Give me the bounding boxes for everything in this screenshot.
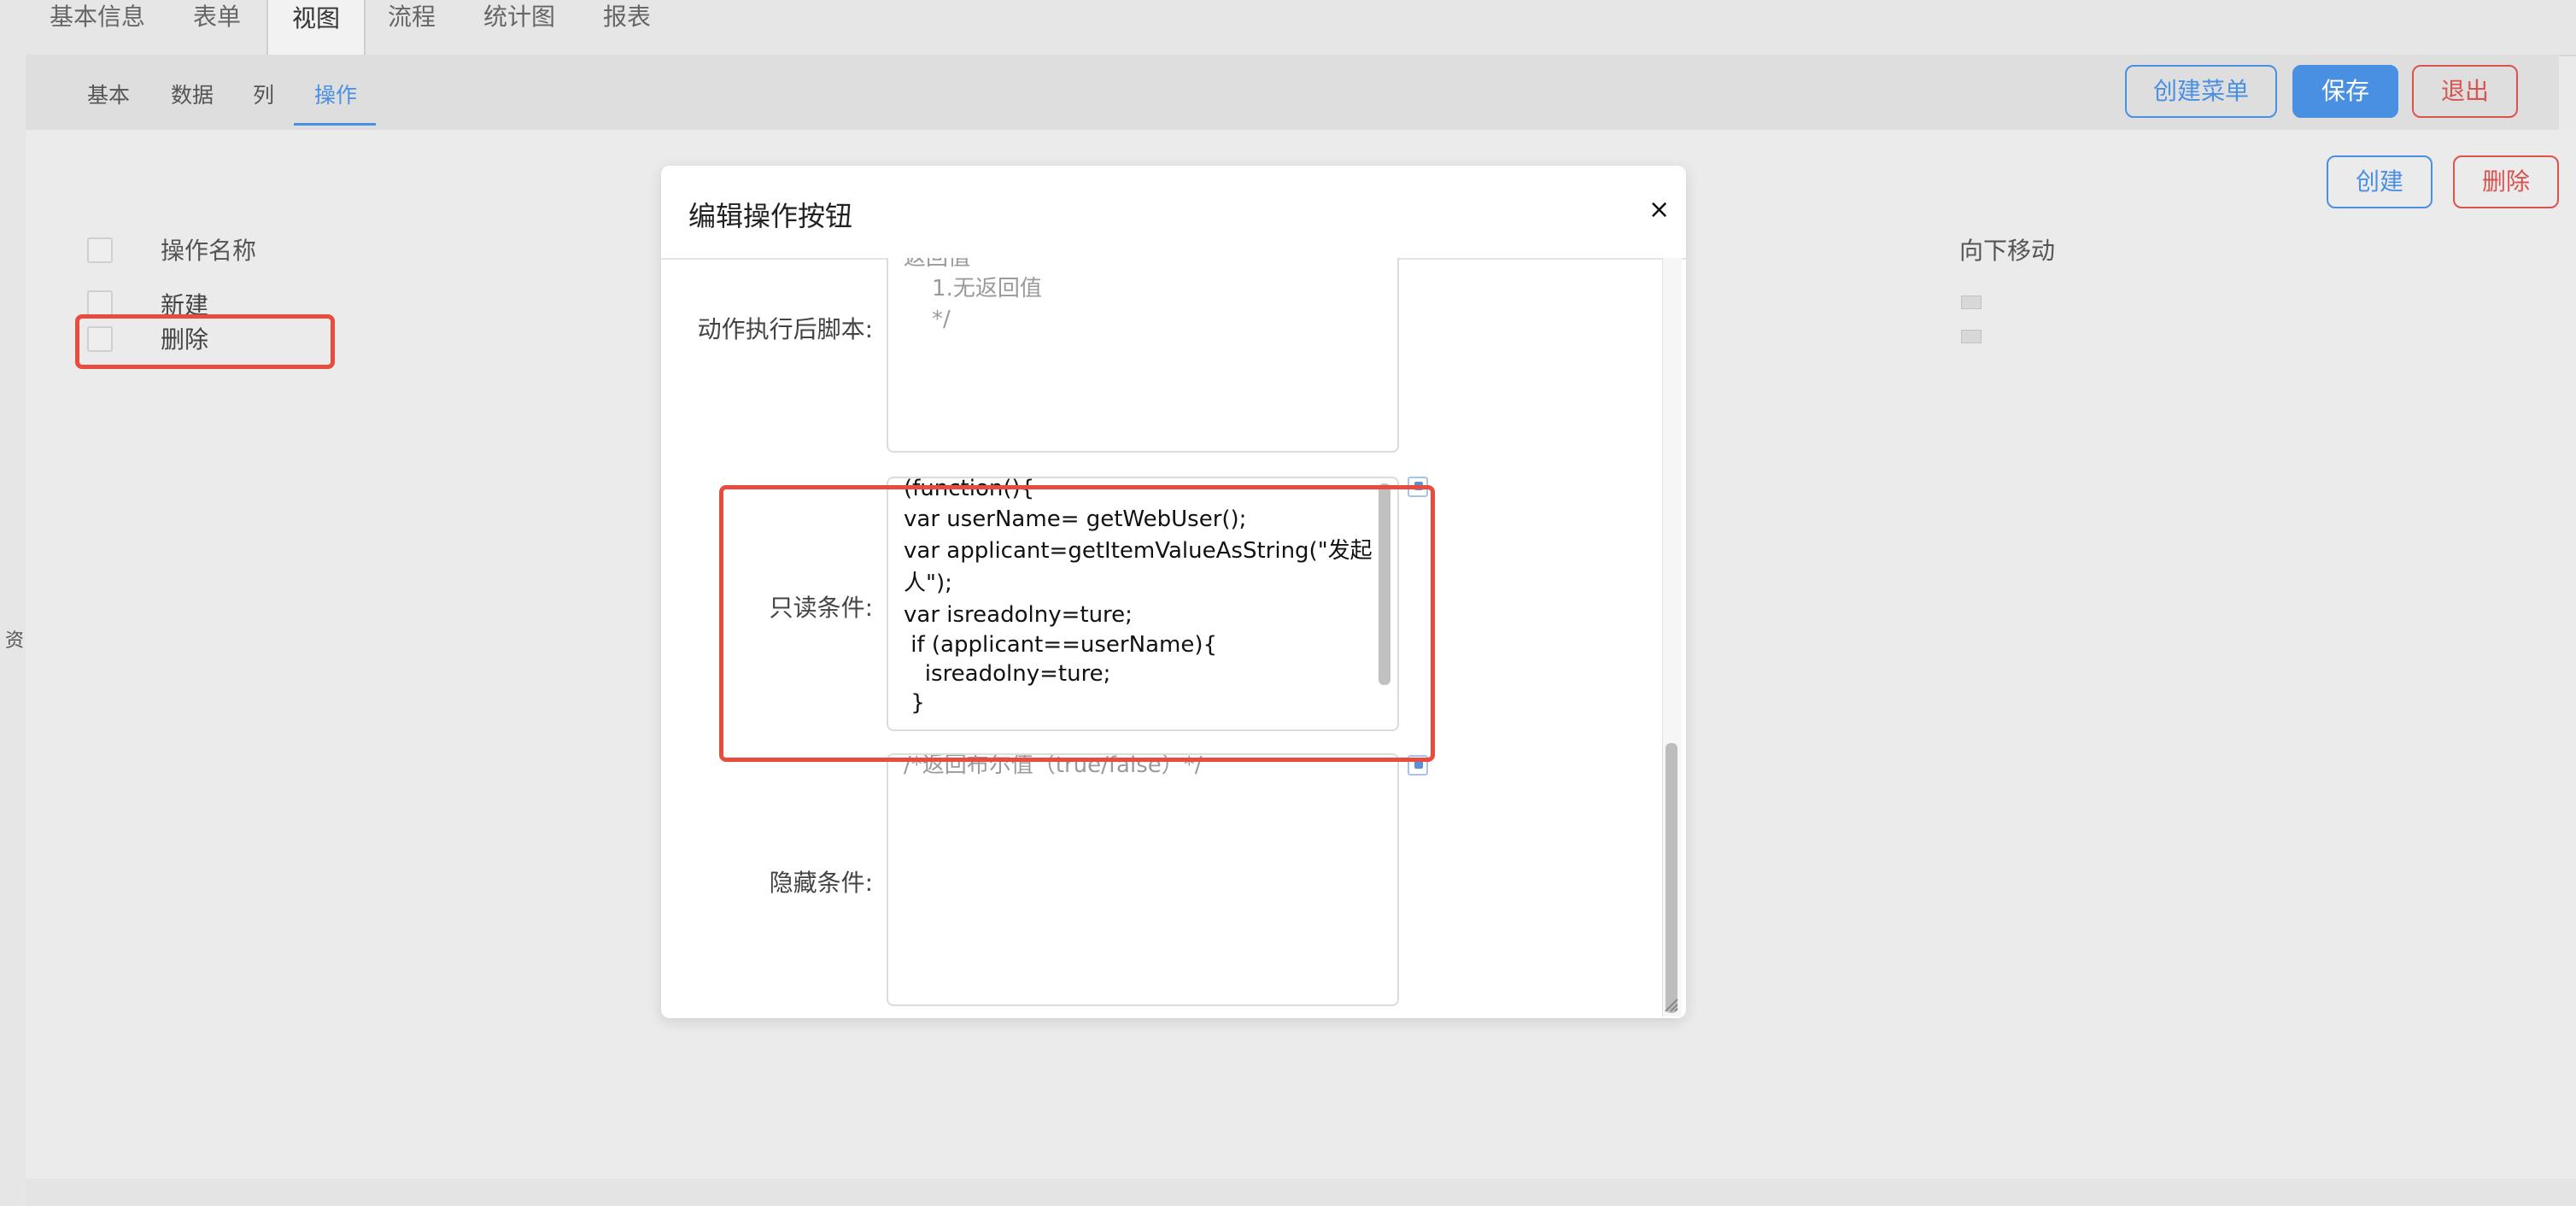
save-button[interactable]: 保存 (2292, 65, 2398, 118)
hidden-condition-textarea[interactable]: /*返回布尔值（true/false）*/ (887, 753, 1399, 1006)
resize-grip-icon[interactable] (1662, 996, 1679, 1013)
after-script-label: 动作执行后脚本: (697, 315, 873, 343)
row-checkbox[interactable] (87, 326, 113, 352)
delete-button[interactable]: 删除 (2453, 155, 2559, 208)
tab-form[interactable]: 表单 (193, 0, 241, 34)
readonly-textarea-scrollbar[interactable] (1379, 483, 1390, 685)
hidden-condition-label: 隐藏条件: (769, 869, 873, 897)
after-script-line: */ (904, 307, 951, 332)
modal-title: 编辑操作按钮 (688, 200, 853, 232)
move-down-icon[interactable] (1961, 296, 1982, 309)
readonly-code-line: var applicant=getItemValueAsString("发起 (904, 538, 1373, 564)
after-script-line: 返回值 (904, 258, 971, 271)
readonly-code-line: isreadolny=ture; (904, 661, 1111, 687)
create-menu-button[interactable]: 创建菜单 (2125, 65, 2277, 118)
edit-script-icon[interactable] (1408, 477, 1428, 497)
side-label: 资 (5, 630, 25, 652)
hidden-code-line: /*返回布尔值（true/false）*/ (904, 753, 1203, 778)
modal-scrollbar-thumb[interactable] (1666, 743, 1677, 1013)
readonly-code-line: var userName= getWebUser(); (904, 506, 1247, 532)
after-script-textarea[interactable]: 返回值 1.无返回值 */ (887, 258, 1399, 453)
readonly-code-line: } (904, 690, 925, 716)
tab-flow[interactable]: 流程 (388, 0, 436, 34)
select-all-checkbox[interactable] (87, 237, 113, 263)
readonly-condition-label: 只读条件: (769, 594, 873, 622)
subtab-basic[interactable]: 基本 (87, 79, 130, 109)
subtab-actions[interactable]: 操作 (314, 79, 357, 109)
bottom-band (26, 1179, 2576, 1206)
close-icon[interactable]: × (1648, 195, 1670, 225)
create-button[interactable]: 创建 (2327, 155, 2433, 208)
column-header-name: 操作名称 (161, 237, 257, 265)
readonly-code-line: var isreadolny=ture; (904, 602, 1133, 628)
row-name-delete[interactable]: 删除 (161, 321, 208, 355)
tab-stat-chart[interactable]: 统计图 (483, 0, 555, 34)
after-script-line: 1.无返回值 (904, 276, 1042, 302)
top-tab-bar: 基本信息 表单 视图 流程 统计图 报表 (26, 0, 2576, 56)
edit-script-icon[interactable] (1408, 755, 1428, 776)
readonly-condition-textarea[interactable]: (function(){ var userName= getWebUser();… (887, 477, 1399, 731)
column-header-move-down: 向下移动 (1959, 237, 2056, 265)
tab-view[interactable]: 视图 (266, 0, 366, 56)
modal-header: 编辑操作按钮 × (661, 166, 1686, 260)
move-down-icon[interactable] (1961, 330, 1982, 343)
row-name-new[interactable]: 新建 (161, 287, 208, 321)
readonly-code-line: if (applicant==userName){ (904, 632, 1218, 658)
subtab-columns[interactable]: 列 (253, 79, 274, 109)
left-rail: 资 (0, 0, 27, 1206)
tab-report[interactable]: 报表 (603, 0, 651, 34)
tab-basic-info[interactable]: 基本信息 (50, 0, 145, 34)
row-checkbox[interactable] (87, 290, 113, 316)
readonly-code-line: (function(){ (904, 477, 1035, 501)
subtab-data[interactable]: 数据 (171, 79, 214, 109)
readonly-code-line: 人"); (904, 571, 952, 596)
active-subtab-indicator (294, 123, 376, 126)
exit-button[interactable]: 退出 (2412, 65, 2518, 118)
